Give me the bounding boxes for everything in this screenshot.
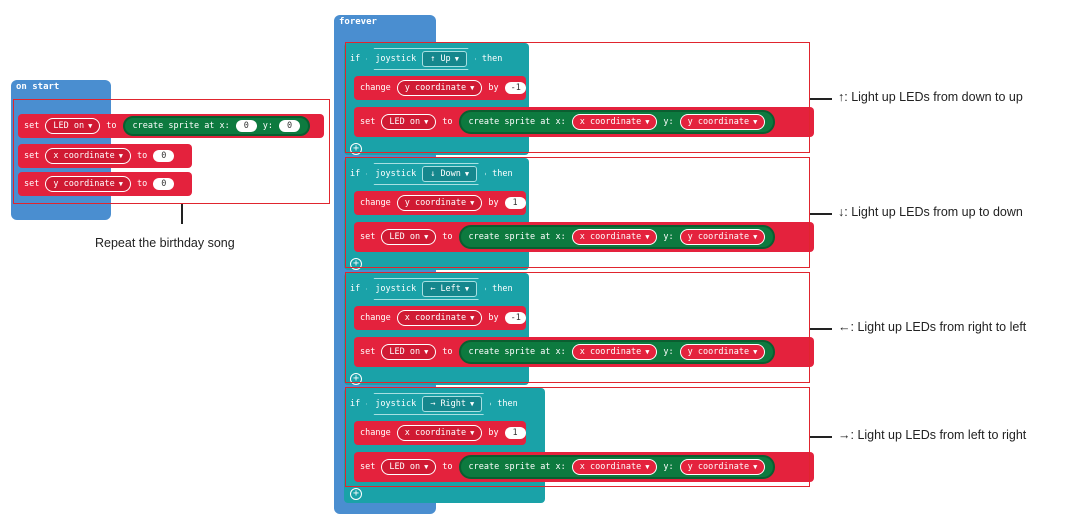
direction-annotation: →: Light up LEDs from left to right: [838, 428, 1027, 442]
plus-circle-icon[interactable]: +: [350, 488, 362, 500]
on-start-highlight-frame: [13, 99, 330, 204]
direction-annotation: ↑: Light up LEDs from down to up: [838, 90, 1023, 104]
if-block-highlight-frame: [345, 42, 810, 153]
annotation-leader-line: [810, 436, 832, 438]
if-block-highlight-frame: [345, 272, 810, 383]
on-start-annotation: Repeat the birthday song: [95, 236, 235, 250]
forever-label: forever: [339, 17, 377, 27]
direction-annotation: ↓: Light up LEDs from up to down: [838, 205, 1023, 219]
direction-annotation: ←: Light up LEDs from right to left: [838, 320, 1027, 334]
if-block-highlight-frame: [345, 157, 810, 268]
annotation-leader-line: [810, 98, 832, 100]
if-block-highlight-frame: [345, 387, 810, 487]
annotation-leader-line: [810, 328, 832, 330]
annotation-leader-line: [810, 213, 832, 215]
on-start-leader-line: [181, 204, 183, 224]
on-start-label: on start: [16, 82, 60, 92]
